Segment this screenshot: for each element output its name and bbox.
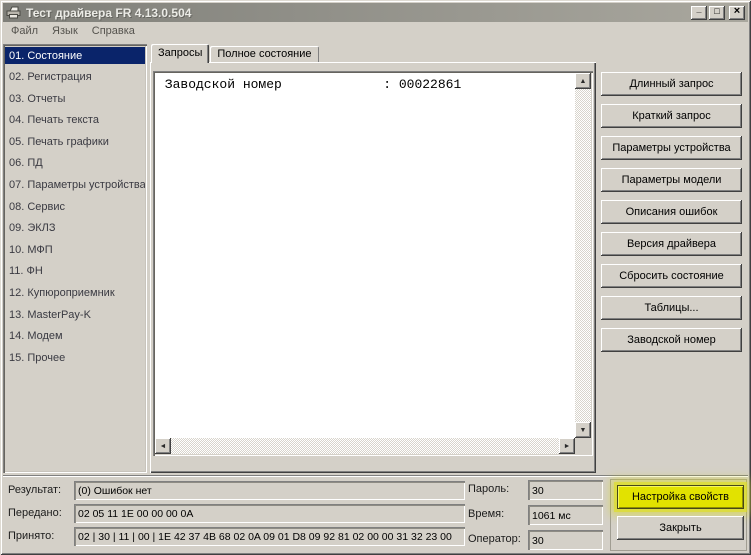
sidebar-item[interactable]: 09. ЭКЛЗ xyxy=(5,220,145,237)
sidebar-item-label: 03. Отчеты xyxy=(9,93,65,105)
menu-item[interactable]: Справка xyxy=(85,24,142,40)
status-label: Передано: xyxy=(8,507,62,519)
sidebar-item[interactable]: 04. Печать текста xyxy=(5,112,145,129)
sidebar-item[interactable]: 06. ПД xyxy=(5,155,145,172)
settings-button[interactable]: Настройка свойств xyxy=(617,485,744,509)
sidebar-item-label: 09. ЭКЛЗ xyxy=(9,222,56,234)
sidebar-item[interactable]: 13. MasterPay-K xyxy=(5,306,145,323)
action-button[interactable]: Длинный запрос xyxy=(601,72,742,96)
sidebar-item[interactable]: 14. Модем xyxy=(5,328,145,345)
param-value-field[interactable] xyxy=(528,530,603,550)
close-button[interactable]: × xyxy=(729,6,745,20)
maximize-button[interactable]: □ xyxy=(709,6,725,20)
menu-item[interactable]: Файл xyxy=(4,24,45,40)
param-label: Пароль: xyxy=(468,483,509,495)
status-label: Принято: xyxy=(8,530,54,542)
app-window: Тест драйвера FR 4.13.0.504 _ □ × ФайлЯз… xyxy=(0,0,751,555)
close-app-button[interactable]: Закрыть xyxy=(617,516,744,540)
horizontal-scrollbar[interactable]: ◄ ► xyxy=(155,438,575,454)
action-button-column: Длинный запрос Краткий запрос Параметры ус… xyxy=(601,72,742,360)
sidebar-item-label: 02. Регистрация xyxy=(9,71,92,83)
sidebar-item-label: 15. Прочее xyxy=(9,352,65,364)
sidebar-item-label: 07. Параметры устройства xyxy=(9,179,145,191)
sidebar-item-label: 04. Печать текста xyxy=(9,114,99,126)
action-button[interactable]: Краткий запрос xyxy=(601,104,742,128)
scroll-left-icon[interactable]: ◄ xyxy=(155,438,171,454)
sidebar-item-label: 08. Сервис xyxy=(9,201,65,213)
sidebar-item[interactable]: 15. Прочее xyxy=(5,349,145,366)
param-label: Время: xyxy=(468,508,504,520)
sidebar-item[interactable]: 05. Печать графики xyxy=(5,133,145,150)
action-button[interactable]: Заводской номер xyxy=(601,328,742,352)
minimize-button[interactable]: _ xyxy=(691,6,707,20)
param-label: Оператор: xyxy=(468,533,521,545)
menubar: ФайлЯзыкСправка xyxy=(4,24,142,40)
sidebar-item[interactable]: 11. ФН xyxy=(5,263,145,280)
menu-item[interactable]: Язык xyxy=(45,24,85,40)
status-value-field xyxy=(74,481,465,500)
vertical-scrollbar[interactable]: ▲ ▼ xyxy=(575,73,591,438)
sidebar-item-label: 14. Модем xyxy=(9,330,63,342)
sidebar-item-label: 06. ПД xyxy=(9,157,43,169)
sidebar-item-label: 05. Печать графики xyxy=(9,136,109,148)
param-value-field[interactable] xyxy=(528,505,603,525)
scrollbar-corner xyxy=(575,438,591,454)
sidebar-item[interactable]: 02. Регистрация xyxy=(5,69,145,86)
output-text: Заводской номер : 00022861 xyxy=(155,73,575,438)
query-output-memo: Заводской номер : 00022861 ▲ ▼ ◄ ► xyxy=(153,71,593,456)
tab[interactable]: Полное состояние xyxy=(210,46,318,63)
panel-separator xyxy=(3,475,748,477)
sidebar-item-label: 12. Купюроприемник xyxy=(9,287,115,299)
action-button[interactable]: Версия драйвера xyxy=(601,232,742,256)
titlebar: Тест драйвера FR 4.13.0.504 _ □ × xyxy=(3,3,748,22)
printer-icon xyxy=(6,6,22,19)
window-title: Тест драйвера FR 4.13.0.504 xyxy=(26,6,691,20)
sidebar-item-label: 10. МФП xyxy=(9,244,53,256)
sidebar-item[interactable]: 08. Сервис xyxy=(5,198,145,215)
status-value-field xyxy=(74,527,465,546)
sidebar-item[interactable]: 03. Отчеты xyxy=(5,90,145,107)
category-list: 01. Состояние 02. Регистрация 03. Отчеты… xyxy=(3,44,147,473)
action-button[interactable]: Параметры модели xyxy=(601,168,742,192)
action-button[interactable]: Описания ошибок xyxy=(601,200,742,224)
sidebar-item[interactable]: 07. Параметры устройства xyxy=(5,177,145,194)
sidebar-item-label: 01. Состояние xyxy=(9,50,82,62)
sidebar-item[interactable]: 12. Купюроприемник xyxy=(5,285,145,302)
scroll-down-icon[interactable]: ▼ xyxy=(575,422,591,438)
status-value-field xyxy=(74,504,465,523)
sidebar-item[interactable]: 01. Состояние xyxy=(5,47,145,64)
param-value-field[interactable] xyxy=(528,480,603,500)
action-button[interactable]: Таблицы... xyxy=(601,296,742,320)
status-label: Результат: xyxy=(8,484,61,496)
scroll-up-icon[interactable]: ▲ xyxy=(575,73,591,89)
sidebar-item-label: 13. MasterPay-K xyxy=(9,309,91,321)
sidebar-item[interactable]: 10. МФП xyxy=(5,241,145,258)
tab[interactable]: Запросы xyxy=(151,44,209,63)
action-button[interactable]: Параметры устройства xyxy=(601,136,742,160)
action-button[interactable]: Сбросить состояние xyxy=(601,264,742,288)
tab-strip: ЗапросыПолное состояние xyxy=(151,44,320,63)
sidebar-item-label: 11. ФН xyxy=(9,265,43,277)
scroll-right-icon[interactable]: ► xyxy=(559,438,575,454)
